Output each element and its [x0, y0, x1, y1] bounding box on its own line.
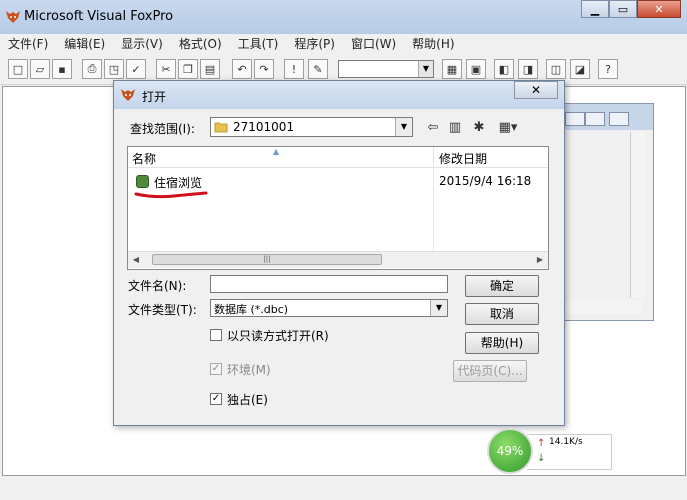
open-folder-icon[interactable]: ▱: [30, 59, 50, 79]
readonly-label: 以只读方式打开(R): [227, 329, 329, 343]
column-header-modified[interactable]: 修改日期: [439, 150, 487, 167]
redo-icon[interactable]: ↷: [254, 59, 274, 79]
form-wizard-icon[interactable]: ◧: [494, 59, 514, 79]
window-controls: ▁ ▭ ✕: [581, 0, 681, 18]
run-icon[interactable]: !: [284, 59, 304, 79]
fox-logo-icon: [121, 89, 135, 101]
up-folder-icon[interactable]: ▥: [446, 118, 464, 136]
menu-format[interactable]: 格式(O): [171, 34, 230, 54]
ok-button[interactable]: 确定: [465, 275, 539, 297]
menu-edit[interactable]: 编辑(E): [56, 34, 113, 54]
open-file-dialog: 打开 ✕ 查找范围(I): 27101001 ▼ ⇦ ▥ ✱ ▦▾ 名称 ▲ 修…: [113, 80, 565, 426]
filename-label: 文件名(N):: [128, 279, 187, 293]
lookin-value: 27101001: [233, 120, 295, 134]
save-icon[interactable]: ▪: [52, 59, 72, 79]
lookin-label: 查找范围(I):: [130, 122, 195, 136]
cancel-button[interactable]: 取消: [465, 303, 539, 325]
column-header-name[interactable]: 名称: [132, 150, 156, 167]
menubar: 文件(F) 编辑(E) 显示(V) 格式(O) 工具(T) 程序(P) 窗口(W…: [0, 34, 687, 54]
readonly-checkbox[interactable]: [210, 329, 222, 341]
paste-icon[interactable]: ▤: [200, 59, 220, 79]
cut-icon[interactable]: ✂: [156, 59, 176, 79]
scrollbar-thumb[interactable]: |||: [152, 254, 382, 265]
network-speed-widget[interactable]: ↑ 14.1K/s ↓ 49%: [487, 428, 615, 474]
chevron-down-icon[interactable]: ▼: [395, 118, 412, 136]
environment-label: 环境(M): [227, 363, 271, 377]
view-menu-icon[interactable]: ▦▾: [494, 118, 522, 136]
dialog-titlebar: 打开 ✕: [114, 81, 564, 109]
red-underline-annotation: [134, 191, 208, 199]
network-usage-badge: 49%: [487, 428, 533, 474]
filetype-select[interactable]: 数据库 (*.dbc) ▼: [210, 299, 448, 317]
menu-view[interactable]: 显示(V): [113, 34, 171, 54]
file-name: 住宿浏览: [154, 176, 203, 190]
filetype-label: 文件类型(T):: [128, 303, 197, 317]
close-button[interactable]: ✕: [637, 0, 681, 18]
statusbar: [0, 476, 687, 500]
menu-program[interactable]: 程序(P): [286, 34, 343, 54]
menu-tools[interactable]: 工具(T): [230, 34, 287, 54]
modify-form-icon[interactable]: ✎: [308, 59, 328, 79]
lookin-combo[interactable]: 27101001 ▼: [210, 117, 413, 137]
database-file-icon: [136, 175, 149, 188]
minimize-button[interactable]: ▁: [581, 0, 609, 18]
filetype-value: 数据库 (*.dbc): [214, 303, 289, 316]
data-session-icon[interactable]: ▣: [466, 59, 486, 79]
help-question-icon[interactable]: ?: [598, 59, 618, 79]
spellcheck-icon[interactable]: ✓: [126, 59, 146, 79]
maximize-button[interactable]: ▭: [609, 0, 637, 18]
report-wizard-icon[interactable]: ◨: [518, 59, 538, 79]
network-speed-value: 14.1K/s: [549, 437, 583, 447]
upload-arrow-icon: ↑: [537, 438, 546, 449]
sort-ascending-icon: ▲: [273, 147, 280, 156]
fox-logo-icon: [6, 11, 20, 23]
chevron-down-icon[interactable]: ▼: [418, 61, 433, 77]
background-window-vscrollbar[interactable]: [630, 132, 645, 298]
environment-checkbox[interactable]: ✓: [210, 363, 222, 375]
back-arrow-icon[interactable]: ⇦: [424, 118, 442, 136]
file-modified-date: 2015/9/4 16:18: [439, 174, 532, 188]
chevron-down-icon[interactable]: ▼: [430, 300, 447, 316]
download-arrow-icon: ↓: [537, 453, 546, 464]
new-file-icon[interactable]: □: [8, 59, 28, 79]
background-window-titlebar: [561, 104, 653, 130]
menu-help[interactable]: 帮助(H): [404, 34, 462, 54]
background-window-close-button[interactable]: [609, 112, 629, 126]
network-speed-panel: ↑ 14.1K/s ↓: [527, 434, 612, 470]
scroll-right-icon[interactable]: ▶: [534, 254, 546, 266]
menu-file[interactable]: 文件(F): [0, 34, 56, 54]
background-window-restore-button[interactable]: [585, 112, 605, 126]
copy-icon[interactable]: ❐: [178, 59, 198, 79]
exclusive-checkbox[interactable]: ✓: [210, 393, 222, 405]
scroll-left-icon[interactable]: ◀: [130, 254, 142, 266]
app-titlebar: Microsoft Visual FoxPro ▁ ▭ ✕: [0, 0, 687, 34]
print-preview-icon[interactable]: ◳: [104, 59, 124, 79]
codepage-button[interactable]: 代码页(C)...: [453, 360, 527, 382]
command-window-icon[interactable]: ▦: [442, 59, 462, 79]
autoformat-icon[interactable]: ◪: [570, 59, 590, 79]
database-combo[interactable]: ▼: [338, 60, 434, 78]
app-title: Microsoft Visual FoxPro: [24, 9, 174, 24]
foxpro-main-window: Microsoft Visual FoxPro ▁ ▭ ✕ 文件(F) 编辑(E…: [0, 0, 687, 500]
background-window-hscrollbar[interactable]: [561, 300, 641, 314]
background-window: [560, 103, 654, 321]
column-divider: [433, 147, 434, 251]
dialog-title: 打开: [142, 90, 167, 104]
exclusive-label: 独占(E): [227, 393, 268, 407]
help-button[interactable]: 帮助(H): [465, 332, 539, 354]
undo-icon[interactable]: ↶: [232, 59, 252, 79]
background-window-minimize-button[interactable]: [565, 112, 585, 126]
menu-window[interactable]: 窗口(W): [343, 34, 404, 54]
new-folder-icon[interactable]: ✱: [470, 118, 488, 136]
filename-input[interactable]: [210, 275, 448, 293]
builder-icon[interactable]: ◫: [546, 59, 566, 79]
file-list-header: 名称 ▲ 修改日期: [128, 147, 548, 168]
file-list-hscrollbar[interactable]: ◀ ||| ▶: [128, 251, 548, 268]
dialog-close-button[interactable]: ✕: [514, 81, 558, 99]
file-list: 名称 ▲ 修改日期 住宿浏览 2015/9/4 16:18 ◀ ||| ▶: [127, 146, 549, 270]
folder-icon: [214, 122, 228, 133]
list-item[interactable]: 住宿浏览 2015/9/4 16:18: [132, 173, 544, 191]
print-icon[interactable]: ⎙: [82, 59, 102, 79]
